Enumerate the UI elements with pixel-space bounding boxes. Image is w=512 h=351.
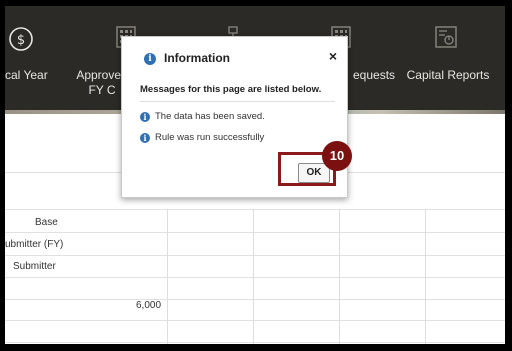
message-item: i The data has been saved. — [140, 111, 265, 122]
report-icon[interactable] — [435, 26, 457, 48]
close-icon[interactable]: × — [329, 48, 337, 64]
nav-item-capital-reports[interactable]: Capital Reports — [403, 68, 493, 82]
row-label-base: Base — [35, 217, 58, 228]
nav-item-fiscal-year[interactable]: cal Year — [5, 68, 49, 82]
svg-text:$: $ — [17, 33, 25, 48]
message-item: i Rule was run successfully — [140, 132, 264, 143]
column-divider — [253, 209, 254, 344]
info-icon: i — [144, 53, 156, 65]
divider — [140, 101, 335, 102]
message-text: The data has been saved. — [155, 111, 265, 122]
divider — [5, 277, 505, 278]
divider — [5, 320, 505, 321]
nav-item-requests[interactable]: equests — [353, 68, 395, 82]
divider — [5, 255, 505, 256]
divider — [5, 209, 505, 210]
message-text: Rule was run successfully — [155, 132, 265, 143]
row-label-submitter-fy: ubmitter (FY) — [5, 239, 64, 250]
info-icon: i — [140, 112, 150, 122]
dialog-title: Information — [164, 51, 230, 65]
divider — [5, 342, 505, 343]
cell-value: 6,000 — [136, 300, 162, 311]
row-label-submitter: Submitter — [13, 261, 56, 272]
info-icon: i — [140, 133, 150, 143]
dollar-circle-icon[interactable]: $ — [8, 26, 34, 52]
divider — [5, 232, 505, 233]
divider — [5, 299, 505, 300]
dialog-header-text: Messages for this page are listed below. — [140, 84, 322, 95]
column-divider — [425, 209, 426, 344]
column-divider — [167, 209, 168, 344]
column-divider — [339, 209, 340, 344]
step-number-badge: 10 — [322, 141, 352, 171]
